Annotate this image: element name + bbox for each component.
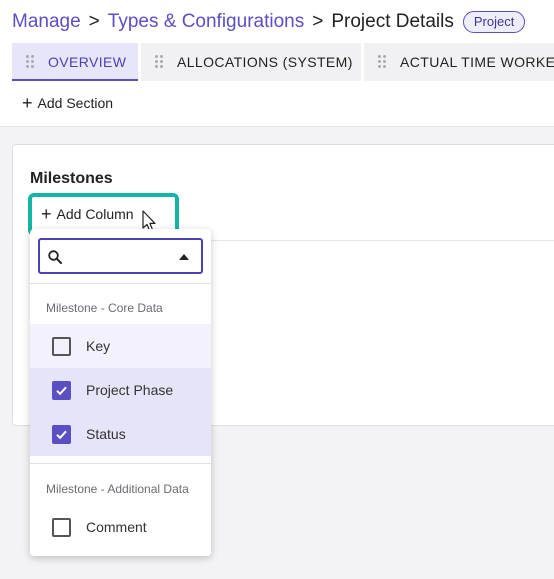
tab-allocations-system[interactable]: ALLOCATIONS (SYSTEM) <box>141 43 361 81</box>
drag-handle-icon[interactable] <box>378 55 386 69</box>
option-comment[interactable]: Comment <box>30 505 211 549</box>
checkbox-icon[interactable] <box>52 336 71 356</box>
add-section-button[interactable]: + Add Section <box>22 93 113 113</box>
divider <box>30 283 211 284</box>
tab-label: OVERVIEW <box>48 54 127 70</box>
add-section-label: Add Section <box>37 95 114 111</box>
option-label: Project Phase <box>86 382 174 398</box>
checkbox-icon[interactable] <box>52 424 71 444</box>
tab-actual-time-worked[interactable]: ACTUAL TIME WORKED <box>364 43 554 81</box>
option-label: Comment <box>86 519 147 535</box>
top-bar: Manage > Types & Configurations > Projec… <box>0 0 554 127</box>
search-icon <box>48 250 62 264</box>
plus-icon: + <box>41 204 52 224</box>
breadcrumb-types-configurations[interactable]: Types & Configurations <box>108 11 304 33</box>
type-badge: Project <box>462 11 526 33</box>
search-field[interactable] <box>38 238 203 274</box>
group-label-additional-data: Milestone - Additional Data <box>46 482 189 496</box>
option-status[interactable]: Status <box>30 412 211 456</box>
drag-handle-icon[interactable] <box>26 55 34 69</box>
breadcrumb-separator: > <box>312 11 324 32</box>
search-input[interactable] <box>70 242 180 270</box>
tab-label: ACTUAL TIME WORKED <box>400 54 554 70</box>
checkbox-icon[interactable] <box>52 380 71 400</box>
option-key[interactable]: Key <box>30 324 211 368</box>
checkbox-icon[interactable] <box>52 517 71 537</box>
column-picker-dropdown: Milestone - Core Data Key Project Phase … <box>30 229 211 556</box>
drag-handle-icon[interactable] <box>155 55 163 69</box>
breadcrumb: Manage > Types & Configurations > Projec… <box>12 9 526 35</box>
caret-up-icon[interactable] <box>179 254 189 260</box>
section-title: Milestones <box>30 170 113 187</box>
option-project-phase[interactable]: Project Phase <box>30 368 211 412</box>
breadcrumb-separator: > <box>88 11 100 32</box>
add-column-button[interactable]: + Add Column <box>41 204 134 224</box>
option-label: Status <box>86 426 126 442</box>
plus-icon: + <box>22 93 33 113</box>
tab-label: ALLOCATIONS (SYSTEM) <box>177 54 353 70</box>
option-label: Key <box>86 338 111 354</box>
tab-overview[interactable]: OVERVIEW <box>12 43 138 81</box>
add-column-label: Add Column <box>56 206 134 222</box>
breadcrumb-manage[interactable]: Manage <box>12 11 81 33</box>
group-label-core-data: Milestone - Core Data <box>46 301 163 315</box>
tab-bar: OVERVIEW ALLOCATIONS (SYSTEM) ACTUAL TIM… <box>12 43 554 81</box>
divider <box>30 463 211 464</box>
page-title: Project Details <box>331 11 454 32</box>
divider <box>203 240 554 241</box>
